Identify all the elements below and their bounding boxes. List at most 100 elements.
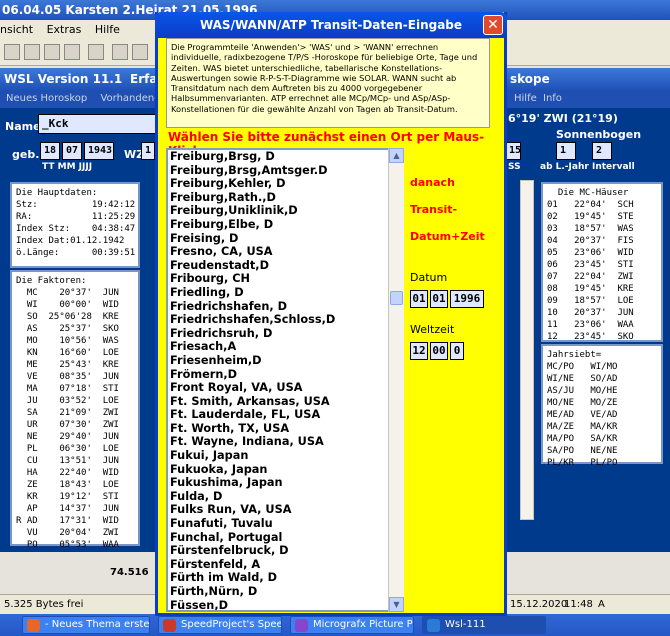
status-a: A — [598, 599, 605, 610]
place-list-item[interactable]: Fukui, Japan — [168, 449, 402, 463]
place-list-item[interactable]: Friedrichshafen,Schloss,D — [168, 313, 402, 327]
chevron-up-icon: ▲ — [393, 151, 400, 160]
place-list-item[interactable]: Fresno, CA, USA — [168, 245, 402, 259]
place-list-item[interactable]: Funchal, Portugal — [168, 531, 402, 545]
wsl-title-text: WSL Version 11.1 — [4, 72, 123, 86]
name-field[interactable]: _Kck — [38, 114, 158, 134]
ss-field[interactable]: 15 — [505, 142, 521, 160]
dialog-titlebar: WAS/WANN/ATP Transit-Daten-Eingabe ✕ — [155, 12, 507, 38]
place-list-item[interactable]: Friesenheim,D — [168, 354, 402, 368]
intervall-field[interactable]: 2 — [592, 142, 612, 160]
place-list-item[interactable]: Fulda, D — [168, 490, 402, 504]
list-scrollbar[interactable]: ▲ ▼ — [388, 148, 404, 612]
scroll-thumb[interactable] — [390, 291, 403, 305]
ss-caption: SS — [508, 162, 521, 172]
name-label: Name — [5, 120, 41, 133]
wsl-title-erfa: Erfa — [130, 72, 158, 86]
menu-info[interactable]: Info — [543, 93, 562, 104]
firefox-icon — [27, 619, 40, 632]
taskbar: - Neues Thema erstell... SpeedProject's … — [0, 614, 670, 636]
place-list-item[interactable]: Freiburg,Elbe, D — [168, 218, 402, 232]
ab-ljahr-field[interactable]: 1 — [556, 142, 576, 160]
place-list-item[interactable]: Funafuti, Tuvalu — [168, 517, 402, 531]
place-list-item[interactable]: Fürth im Wald, D — [168, 571, 402, 585]
place-list-item[interactable]: Fribourg, CH — [168, 272, 402, 286]
menu-hilfe[interactable]: Hilfe — [95, 23, 120, 36]
toolbar-cut-icon[interactable] — [4, 44, 20, 60]
place-list-item[interactable]: Friesach,A — [168, 340, 402, 354]
menu-extras[interactable]: Extras — [47, 23, 82, 36]
place-list-item[interactable]: Friedling, D — [168, 286, 402, 300]
birth-day-field[interactable]: 18 — [40, 142, 60, 160]
toolbar-chart-icon[interactable] — [112, 44, 128, 60]
birth-month-field[interactable]: 07 — [62, 142, 82, 160]
transit-month-field[interactable]: 01 — [430, 290, 448, 308]
transit-day-field[interactable]: 01 — [410, 290, 428, 308]
toolbar-grid-icon[interactable] — [64, 44, 80, 60]
place-list-item[interactable]: Fürth,Nürn, D — [168, 585, 402, 599]
place-list-item[interactable]: Fürstenfelbruck, D — [168, 544, 402, 558]
panel-scrollbar[interactable] — [520, 180, 534, 520]
weltzeit-hour-field[interactable]: 12 — [410, 342, 428, 360]
place-list-item[interactable]: Freiburg,Rath.,D — [168, 191, 402, 205]
place-list-item[interactable]: Fukushima, Japan — [168, 476, 402, 490]
taskbar-item-firefox[interactable]: - Neues Thema erstell... — [22, 616, 150, 634]
taskbar-item-speedproject[interactable]: SpeedProject's Speed... — [158, 616, 282, 634]
place-list-item[interactable]: Ft. Smith, Arkansas, USA — [168, 395, 402, 409]
scroll-up-button[interactable]: ▲ — [389, 148, 404, 163]
toolbar-app-icon[interactable] — [132, 44, 148, 60]
status-time: 11:48 — [564, 599, 593, 610]
place-listbox[interactable]: Freiburg,Brsg, D Freiburg,Brsg,Amtsger.D F… — [166, 148, 404, 612]
taskbar-label: - Neues Thema erstell... — [45, 619, 150, 630]
place-list-item[interactable]: Ft. Lauderdale, FL, USA — [168, 408, 402, 422]
place-list-item[interactable]: Front Royal, VA, USA — [168, 381, 402, 395]
chevron-down-icon: ▼ — [393, 600, 400, 609]
place-list-item[interactable]: Friedrichshafen, D — [168, 300, 402, 314]
datum-zeit-label: Datum+Zeit — [410, 230, 485, 243]
weltzeit-minute-field[interactable]: 00 — [430, 342, 448, 360]
place-list-item[interactable]: Freiburg,Brsg, D — [168, 150, 402, 164]
place-list-item[interactable]: Fulks Run, VA, USA — [168, 503, 402, 517]
toolbar-paste-icon[interactable] — [44, 44, 60, 60]
place-list-item[interactable]: Freising, D — [168, 232, 402, 246]
taskbar-item-wsl[interactable]: Wsl-111 — [422, 616, 546, 634]
menu-neues-horoskop[interactable]: Neues Horoskop — [6, 93, 87, 104]
micrografx-icon — [295, 619, 308, 632]
weltzeit-second-field[interactable]: 0 — [450, 342, 464, 360]
mc-haeuser-panel: Die MC-Häuser 01 22°04' SCH 02 19°45' ST… — [541, 182, 663, 342]
place-list-item[interactable]: Freudenstadt,D — [168, 259, 402, 273]
place-list-item[interactable]: Ft. Worth, TX, USA — [168, 422, 402, 436]
place-list-item[interactable]: Fürstenfeld, A — [168, 558, 402, 572]
transit-label: Transit- — [410, 203, 458, 216]
status-date: 15.12.2020 — [510, 599, 568, 610]
wz-field[interactable]: 1 — [141, 142, 155, 160]
place-list-item[interactable]: Füssen,D — [168, 599, 402, 610]
place-list-item[interactable]: Fukuoka, Japan — [168, 463, 402, 477]
wsl-icon — [427, 619, 440, 632]
hauptdaten-panel: Die Hauptdaten: Stz: 19:42:12 RA: 11:25:… — [10, 182, 140, 268]
place-list-item[interactable]: Friedrichsruh, D — [168, 327, 402, 341]
transit-year-field[interactable]: 1996 — [450, 290, 484, 308]
place-list-item[interactable]: Ft. Wayne, Indiana, USA — [168, 435, 402, 449]
weltzeit-label: Weltzeit — [410, 323, 455, 336]
birth-year-field[interactable]: 1943 — [84, 142, 114, 160]
toolbar-copy-icon[interactable] — [24, 44, 40, 60]
menu-ansicht[interactable]: nsicht — [0, 23, 33, 36]
dialog-title: WAS/WANN/ATP Transit-Daten-Eingabe — [199, 18, 463, 32]
taskbar-label: SpeedProject's Speed... — [181, 619, 282, 630]
bottom-number: 74.516 — [110, 567, 149, 578]
jahrsiebt-panel: Jahrsiebt= MC/PO WI/MO WI/NE SO/AD AS/JU… — [541, 344, 663, 468]
place-list-item[interactable]: Frömern,D — [168, 368, 402, 382]
menu-hilfe-wsl[interactable]: Hilfe — [514, 93, 537, 104]
sonnenbogen-label: Sonnenbogen — [556, 128, 642, 141]
geb-label: geb. — [12, 148, 40, 161]
place-list-item[interactable]: Freiburg,Uniklinik,D — [168, 204, 402, 218]
toolbar-doc-icon[interactable] — [88, 44, 104, 60]
close-icon: ✕ — [487, 17, 499, 33]
taskbar-item-micrografx[interactable]: Micrografx Picture Pu... — [290, 616, 414, 634]
dialog-info-text: Die Programmteile 'Anwenden'> 'WAS' und … — [166, 38, 490, 128]
scroll-down-button[interactable]: ▼ — [389, 597, 404, 612]
place-list-item[interactable]: Freiburg,Brsg,Amtsger.D — [168, 164, 402, 178]
close-button[interactable]: ✕ — [483, 15, 503, 35]
place-list-item[interactable]: Freiburg,Kehler, D — [168, 177, 402, 191]
